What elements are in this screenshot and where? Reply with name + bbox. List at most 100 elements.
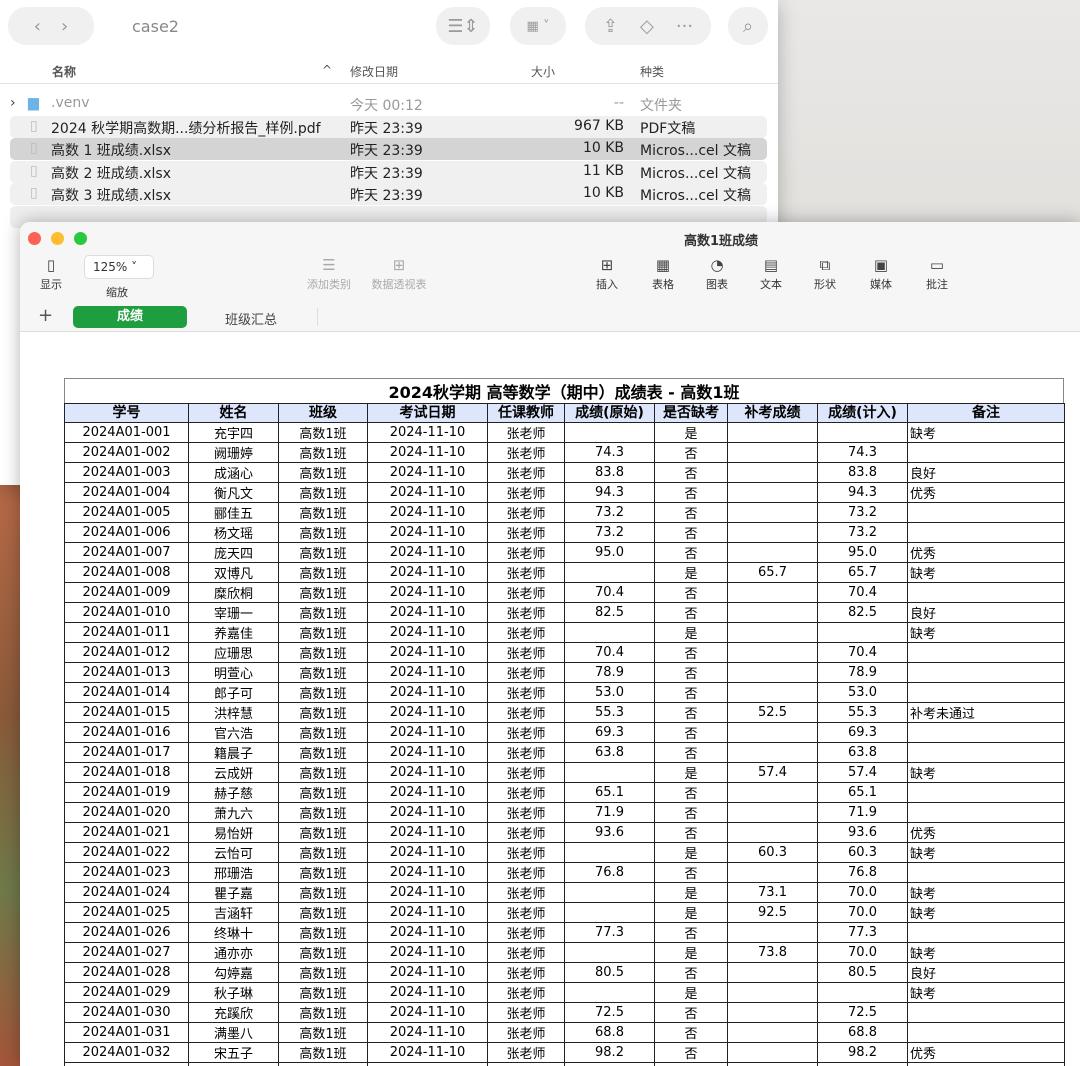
more-icon[interactable]: ··· (676, 16, 693, 37)
raw-score-cell[interactable]: 68.8 (565, 1023, 655, 1043)
final-score-cell[interactable] (818, 423, 908, 443)
add-sheet-button[interactable]: + (38, 305, 53, 326)
exam-date-cell[interactable]: 2024-11-10 (368, 1003, 488, 1023)
final-score-cell[interactable]: 73.2 (818, 523, 908, 543)
class-name-cell[interactable]: 高数1班 (279, 783, 368, 803)
teacher-cell[interactable]: 张老师 (488, 663, 565, 683)
student-name-cell[interactable]: 应珊思 (189, 643, 279, 663)
exam-date-cell[interactable]: 2024-11-10 (368, 863, 488, 883)
absent-flag-cell[interactable]: 否 (655, 583, 728, 603)
absent-flag-cell[interactable]: 否 (655, 963, 728, 983)
teacher-cell[interactable]: 张老师 (488, 1043, 565, 1063)
remark-cell[interactable] (908, 863, 1065, 883)
class-name-cell[interactable]: 高数1班 (279, 923, 368, 943)
exam-date-cell[interactable]: 2024-11-10 (368, 583, 488, 603)
class-name-cell[interactable]: 高数1班 (279, 543, 368, 563)
teacher-cell[interactable]: 张老师 (488, 583, 565, 603)
teacher-cell[interactable]: 张老师 (488, 483, 565, 503)
teacher-cell[interactable]: 张老师 (488, 1023, 565, 1043)
makeup-score-cell[interactable]: 92.5 (728, 903, 818, 923)
teacher-cell[interactable]: 张老师 (488, 843, 565, 863)
student-id-cell[interactable]: 2024A01-016 (65, 723, 189, 743)
absent-flag-cell[interactable]: 否 (655, 503, 728, 523)
class-name-cell[interactable]: 高数1班 (279, 663, 368, 683)
class-name-cell[interactable]: 高数1班 (279, 843, 368, 863)
student-id-cell[interactable]: 2024A01-002 (65, 443, 189, 463)
remark-cell[interactable] (908, 523, 1065, 543)
student-id-cell[interactable]: 2024A01-025 (65, 903, 189, 923)
exam-date-cell[interactable]: 2024-11-10 (368, 1023, 488, 1043)
final-score-cell[interactable]: 70.4 (818, 643, 908, 663)
class-name-cell[interactable]: 高数1班 (279, 603, 368, 623)
class-name-cell[interactable]: 高数1班 (279, 483, 368, 503)
exam-date-cell[interactable]: 2024-11-10 (368, 683, 488, 703)
student-id-cell[interactable]: 2024A01-032 (65, 1043, 189, 1063)
absent-flag-cell[interactable]: 是 (655, 883, 728, 903)
student-id-cell[interactable]: 2024A01-023 (65, 863, 189, 883)
class-name-cell[interactable]: 高数1班 (279, 883, 368, 903)
exam-date-cell[interactable]: 2024-11-10 (368, 1063, 488, 1066)
tab-class-summary[interactable]: 班级汇总 (225, 309, 277, 328)
remark-cell[interactable]: 缺考 (908, 903, 1065, 923)
disclosure-icon[interactable]: › (10, 95, 16, 111)
makeup-score-cell[interactable]: 57.4 (728, 763, 818, 783)
exam-date-cell[interactable]: 2024-11-10 (368, 743, 488, 763)
makeup-score-cell[interactable] (728, 583, 818, 603)
student-name-cell[interactable]: 阙珊婷 (189, 443, 279, 463)
class-name-cell[interactable]: 高数1班 (279, 583, 368, 603)
raw-score-cell[interactable] (565, 883, 655, 903)
exam-date-cell[interactable]: 2024-11-10 (368, 623, 488, 643)
column-header[interactable]: 补考成绩 (728, 404, 818, 423)
student-name-cell[interactable]: 宰珊一 (189, 603, 279, 623)
student-name-cell[interactable]: 云成妍 (189, 763, 279, 783)
file-row[interactable]: ▯高数 1 班成绩.xlsx昨天 23:3910 KBMicros...cel … (10, 138, 767, 160)
add-category-button[interactable]: ☰添加类别 (304, 254, 354, 292)
raw-score-cell[interactable]: 80.5 (565, 963, 655, 983)
exam-date-cell[interactable]: 2024-11-10 (368, 603, 488, 623)
final-score-cell[interactable]: 68.8 (818, 1023, 908, 1043)
student-name-cell[interactable]: 充蹊欣 (189, 1003, 279, 1023)
absent-flag-cell[interactable]: 是 (655, 763, 728, 783)
teacher-cell[interactable]: 张老师 (488, 623, 565, 643)
remark-cell[interactable]: 缺考 (908, 763, 1065, 783)
makeup-score-cell[interactable] (728, 803, 818, 823)
student-name-cell[interactable]: 杨文瑶 (189, 523, 279, 543)
makeup-score-cell[interactable] (728, 663, 818, 683)
teacher-cell[interactable]: 张老师 (488, 603, 565, 623)
final-score-cell[interactable]: 95.0 (818, 543, 908, 563)
makeup-score-cell[interactable] (728, 443, 818, 463)
raw-score-cell[interactable]: 93.6 (565, 823, 655, 843)
column-header[interactable]: 班级 (279, 404, 368, 423)
remark-cell[interactable] (908, 683, 1065, 703)
makeup-score-cell[interactable] (728, 503, 818, 523)
student-name-cell[interactable]: 云怡可 (189, 843, 279, 863)
raw-score-cell[interactable]: 98.2 (565, 1043, 655, 1063)
student-name-cell[interactable]: 赫子慈 (189, 783, 279, 803)
class-name-cell[interactable]: 高数1班 (279, 723, 368, 743)
class-name-cell[interactable]: 高数1班 (279, 983, 368, 1003)
remark-cell[interactable]: 缺考 (908, 623, 1065, 643)
table-button[interactable]: ▦表格 (638, 254, 688, 292)
exam-date-cell[interactable]: 2024-11-10 (368, 843, 488, 863)
teacher-cell[interactable]: 张老师 (488, 943, 565, 963)
remark-cell[interactable]: 优秀 (908, 1043, 1065, 1063)
final-score-cell[interactable]: 77.3 (818, 923, 908, 943)
final-score-cell[interactable]: 94.3 (818, 483, 908, 503)
exam-date-cell[interactable]: 2024-11-10 (368, 523, 488, 543)
remark-cell[interactable]: 良好 (908, 463, 1065, 483)
column-name[interactable]: 名称 (52, 63, 76, 80)
exam-date-cell[interactable]: 2024-11-10 (368, 903, 488, 923)
comment-button[interactable]: ▭批注 (912, 254, 962, 292)
student-id-cell[interactable]: 2024A01-013 (65, 663, 189, 683)
student-name-cell[interactable]: 郦佳五 (189, 503, 279, 523)
makeup-score-cell[interactable] (728, 1003, 818, 1023)
student-name-cell[interactable]: 易怡妍 (189, 823, 279, 843)
absent-flag-cell[interactable]: 否 (655, 463, 728, 483)
absent-flag-cell[interactable]: 否 (655, 663, 728, 683)
absent-flag-cell[interactable]: 是 (655, 623, 728, 643)
class-name-cell[interactable]: 高数1班 (279, 823, 368, 843)
column-size[interactable]: 大小 (531, 63, 555, 80)
exam-date-cell[interactable]: 2024-11-10 (368, 663, 488, 683)
student-name-cell[interactable]: 勾婷嘉 (189, 963, 279, 983)
remark-cell[interactable] (908, 783, 1065, 803)
